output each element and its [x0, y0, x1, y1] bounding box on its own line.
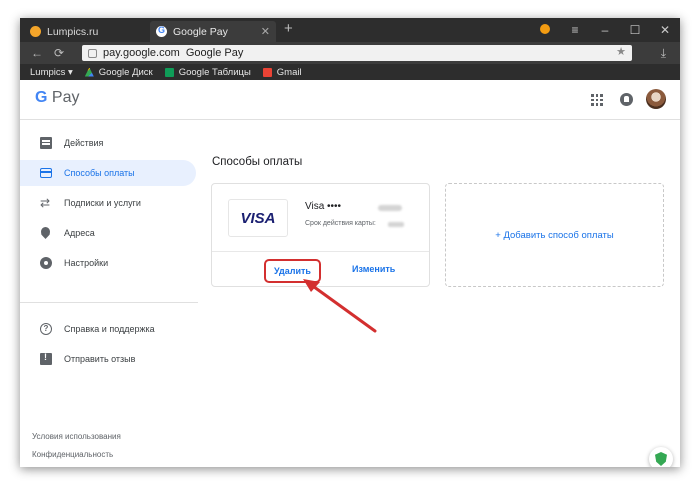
sidebar-divider	[20, 302, 198, 303]
sidebar: Действия Способы оплаты ⇄ Подписки и усл…	[20, 120, 198, 467]
subscriptions-icon: ⇄	[40, 196, 51, 210]
bookmark-label: Google Таблицы	[178, 66, 251, 78]
card-divider	[212, 251, 429, 252]
visa-logo: VISA	[228, 199, 288, 237]
browser-window: Lumpics.ru Google Pay ✕ + ≡ – ☐ ✕ ← ⟳ pa…	[20, 18, 680, 467]
url-host: pay.google.com	[103, 47, 180, 59]
bookmark-gmail[interactable]: Gmail	[262, 66, 302, 78]
bookmark-label: Google Диск	[98, 66, 153, 78]
tab-bar: Lumpics.ru Google Pay ✕ + ≡ – ☐ ✕	[20, 18, 680, 42]
edit-button[interactable]: Изменить	[352, 264, 395, 274]
google-pay-logo[interactable]: G Pay	[35, 89, 79, 107]
location-icon	[41, 227, 50, 239]
card-icon	[40, 168, 52, 178]
sidebar-item-activity[interactable]: Действия	[20, 130, 196, 156]
terms-link[interactable]: Условия использования	[32, 432, 121, 441]
download-icon[interactable]: ⤓	[661, 46, 666, 61]
sidebar-item-label: Справка и поддержка	[64, 324, 155, 334]
sidebar-item-label: Отправить отзыв	[64, 354, 136, 364]
app-header: G Pay	[20, 80, 680, 120]
page-title: Способы оплаты	[212, 156, 303, 168]
window-controls: ≡ – ☐ ✕	[530, 18, 680, 42]
close-tab-icon[interactable]: ✕	[261, 25, 270, 38]
sidebar-item-settings[interactable]: Настройки	[20, 250, 196, 276]
feedback-icon	[40, 352, 52, 365]
activity-icon	[40, 137, 52, 149]
bookmarks-bar: Lumpics ▾ Google Диск Google Таблицы Gma…	[20, 64, 680, 80]
google-favicon-icon	[156, 25, 167, 37]
bookmark-star-icon[interactable]: ★	[616, 45, 626, 58]
sidebar-item-subscriptions[interactable]: ⇄ Подписки и услуги	[20, 190, 196, 216]
tab-title: Lumpics.ru	[47, 25, 99, 38]
sidebar-item-payment-methods[interactable]: Способы оплаты	[20, 160, 196, 186]
security-shield-icon[interactable]	[649, 447, 673, 467]
add-payment-label: + Добавить способ оплаты	[495, 229, 614, 241]
settings-icon	[40, 257, 52, 269]
url-input[interactable]: pay.google.com Google Pay ★	[82, 45, 632, 61]
apps-grid-icon[interactable]	[591, 94, 603, 106]
sidebar-item-label: Действия	[64, 138, 104, 148]
extension-icon[interactable]	[530, 23, 560, 37]
address-bar-row: ← ⟳ pay.google.com Google Pay ★ ⤓	[20, 42, 680, 64]
minimize-icon[interactable]: –	[590, 23, 620, 37]
reload-icon[interactable]: ⟳	[48, 46, 70, 60]
drive-icon	[84, 67, 94, 77]
close-window-icon[interactable]: ✕	[650, 23, 680, 37]
card-number-mask	[378, 205, 402, 211]
card-expiry-mask	[388, 222, 404, 227]
tab-google-pay[interactable]: Google Pay ✕	[150, 21, 276, 42]
tab-lumpics[interactable]: Lumpics.ru	[24, 21, 150, 42]
notifications-icon[interactable]	[620, 93, 633, 106]
sheets-icon	[164, 67, 174, 77]
help-icon: ?	[40, 323, 52, 335]
bookmark-label: Gmail	[276, 66, 302, 78]
sidebar-item-label: Адреса	[64, 228, 95, 238]
sidebar-item-label: Подписки и услуги	[64, 198, 141, 208]
bookmark-label: Lumpics ▾	[30, 66, 73, 78]
menu-icon[interactable]: ≡	[560, 23, 590, 37]
new-tab-button[interactable]: +	[284, 20, 293, 37]
lumpics-favicon-icon	[30, 26, 41, 37]
privacy-link[interactable]: Конфиденциальность	[32, 450, 113, 459]
avatar[interactable]	[646, 89, 666, 109]
card-name: Visa ••••	[305, 201, 342, 212]
card-expiry-label: Срок действия карты:	[305, 220, 376, 227]
sidebar-item-addresses[interactable]: Адреса	[20, 220, 196, 246]
google-pay-page: G Pay Действия Способы оплаты ⇄ Подписки…	[20, 80, 680, 467]
url-page-title: Google Pay	[185, 47, 244, 59]
back-arrow-icon[interactable]: ←	[26, 46, 48, 60]
add-payment-method-button[interactable]: + Добавить способ оплаты	[445, 183, 664, 287]
bookmark-google-sheets[interactable]: Google Таблицы	[164, 66, 251, 78]
sidebar-item-feedback[interactable]: Отправить отзыв	[20, 346, 196, 372]
sidebar-item-help[interactable]: ? Справка и поддержка	[20, 316, 196, 342]
sidebar-item-label: Настройки	[64, 258, 109, 268]
sidebar-item-label: Способы оплаты	[64, 168, 135, 178]
gmail-icon	[262, 67, 272, 77]
bookmark-lumpics[interactable]: Lumpics ▾	[30, 67, 73, 78]
payment-card: VISA Visa •••• Срок действия карты: Удал…	[211, 183, 430, 287]
arrow-shaft	[308, 282, 377, 333]
maximize-icon[interactable]: ☐	[620, 23, 650, 37]
delete-button[interactable]: Удалить	[264, 259, 321, 283]
lock-icon	[88, 48, 97, 58]
bookmark-google-drive[interactable]: Google Диск	[84, 66, 153, 78]
tab-title: Google Pay	[173, 25, 228, 38]
